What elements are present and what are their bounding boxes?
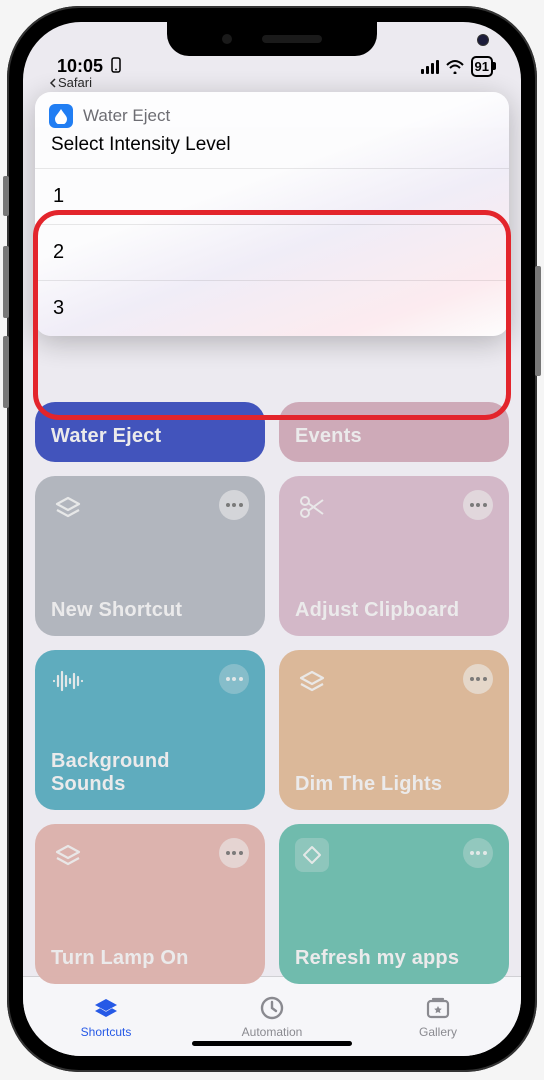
scissors-icon — [295, 490, 329, 524]
shortcuts-icon — [91, 995, 121, 1021]
tile-water-eject[interactable]: Water Eject — [35, 402, 265, 462]
tile-more-button[interactable] — [463, 838, 493, 868]
tile-new-shortcut[interactable]: New Shortcut — [35, 476, 265, 636]
shortcuts-grid: Water Eject Events New Shortcut — [23, 402, 521, 976]
tile-more-button[interactable] — [463, 664, 493, 694]
tab-label: Shortcuts — [81, 1025, 132, 1039]
tab-label: Automation — [242, 1025, 303, 1039]
front-camera — [477, 34, 489, 46]
tile-label: New Shortcut — [51, 599, 249, 622]
back-to-app[interactable]: Safari — [23, 75, 521, 90]
intensity-dialog: Water Eject Select Intensity Level 1 2 3 — [35, 92, 509, 336]
dialog-subtitle: Select Intensity Level — [35, 132, 509, 168]
wifi-icon — [445, 60, 465, 74]
volume-down-button — [3, 336, 9, 408]
tile-label: Events — [295, 425, 493, 448]
cellular-icon — [421, 60, 439, 74]
tile-refresh-my-apps[interactable]: Refresh my apps — [279, 824, 509, 984]
tile-events[interactable]: Events — [279, 402, 509, 462]
intensity-option-3[interactable]: 3 — [35, 280, 509, 336]
intensity-option-2[interactable]: 2 — [35, 224, 509, 280]
stack-icon — [51, 838, 85, 872]
tile-adjust-clipboard[interactable]: Adjust Clipboard — [279, 476, 509, 636]
home-indicator[interactable] — [192, 1041, 352, 1046]
intensity-option-1[interactable]: 1 — [35, 168, 509, 224]
volume-up-button — [3, 246, 9, 318]
drop-icon — [49, 104, 73, 128]
tile-dim-the-lights[interactable]: Dim The Lights — [279, 650, 509, 810]
tab-label: Gallery — [419, 1025, 457, 1039]
side-button — [3, 176, 9, 216]
notch — [167, 22, 377, 56]
battery-indicator: 91 — [471, 56, 493, 77]
tile-more-button[interactable] — [219, 838, 249, 868]
tile-label: Dim The Lights — [295, 773, 493, 796]
tile-background-sounds[interactable]: Background Sounds — [35, 650, 265, 810]
clock: 10:05 — [57, 56, 103, 77]
tile-more-button[interactable] — [219, 490, 249, 520]
tile-label: Background Sounds — [51, 750, 249, 796]
sound-icon — [51, 664, 85, 698]
phone-frame: 10:05 91 Safari Water Eject — [7, 6, 537, 1072]
tab-gallery[interactable]: Gallery — [355, 977, 521, 1056]
diamond-icon — [295, 838, 329, 872]
tile-label: Turn Lamp On — [51, 947, 249, 970]
tile-more-button[interactable] — [219, 664, 249, 694]
screen: 10:05 91 Safari Water Eject — [23, 22, 521, 1056]
stack-icon — [295, 664, 329, 698]
tile-label: Water Eject — [51, 425, 249, 448]
stack-icon — [51, 490, 85, 524]
tile-turn-lamp-on[interactable]: Turn Lamp On — [35, 824, 265, 984]
tile-label: Refresh my apps — [295, 947, 493, 970]
automation-icon — [257, 995, 287, 1021]
gallery-icon — [423, 995, 453, 1021]
orientation-lock-icon — [109, 57, 123, 76]
tab-shortcuts[interactable]: Shortcuts — [23, 977, 189, 1056]
dialog-title: Water Eject — [83, 106, 170, 126]
tile-label: Adjust Clipboard — [295, 599, 493, 622]
intensity-options: 1 2 3 — [35, 168, 509, 336]
power-button — [535, 266, 541, 376]
tile-more-button[interactable] — [463, 490, 493, 520]
